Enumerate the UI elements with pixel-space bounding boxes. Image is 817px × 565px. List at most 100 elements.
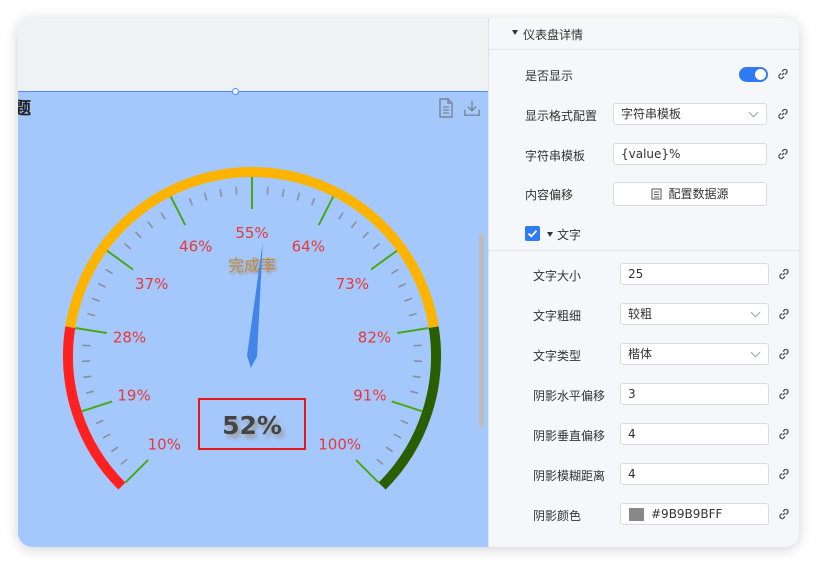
tick-label: 10% — [148, 436, 181, 454]
minor-tick — [147, 221, 154, 229]
template-input[interactable]: {value}% — [613, 143, 767, 165]
font-weight-select[interactable]: 较粗 — [620, 303, 769, 325]
tick-label: 28% — [113, 329, 146, 347]
chevron-down-icon — [750, 347, 761, 358]
minor-tick — [85, 390, 95, 394]
gauge-details-header[interactable]: 仪表盘详情 — [489, 18, 799, 50]
show-label: 是否显示 — [525, 69, 574, 83]
selection-handle[interactable] — [232, 88, 239, 95]
minor-tick — [409, 390, 419, 394]
collapse-triangle-icon[interactable] — [547, 232, 553, 237]
minor-tick — [281, 188, 285, 198]
show-toggle[interactable] — [739, 67, 768, 82]
chevron-down-icon — [750, 307, 761, 318]
link-icon[interactable] — [777, 507, 791, 521]
font-size-label: 文字大小 — [533, 269, 582, 283]
color-swatch[interactable] — [629, 508, 644, 521]
text-section-label: 文字 — [557, 228, 582, 242]
link-icon[interactable] — [776, 107, 790, 121]
minor-tick — [404, 297, 413, 302]
minor-tick — [188, 197, 194, 206]
section-divider — [489, 250, 799, 251]
minor-tick — [296, 192, 301, 201]
tick-label: 91% — [353, 386, 386, 404]
shadow-color-picker[interactable]: #9B9B9BFF — [620, 503, 769, 525]
minor-tick — [400, 419, 409, 425]
minor-tick — [91, 297, 100, 302]
font-family-label: 文字类型 — [533, 349, 582, 363]
font-family-select[interactable]: 楷体 — [620, 343, 769, 365]
link-icon[interactable] — [777, 427, 791, 441]
link-icon[interactable] — [777, 267, 791, 281]
shadow-blur-value: 4 — [628, 467, 636, 481]
link-icon[interactable] — [777, 467, 791, 481]
collapse-triangle-icon — [512, 30, 518, 35]
link-icon[interactable] — [776, 67, 790, 81]
canvas-scrollbar[interactable] — [479, 233, 484, 428]
template-label: 字符串模板 — [525, 149, 586, 163]
font-size-input[interactable]: 25 — [620, 263, 769, 285]
gauge-chart: 10% 19% 28% 37% 46% 55% 64% 73% 82% 91% 100% 完成率 52% — [63, 167, 441, 490]
minor-tick — [110, 446, 119, 453]
major-tick — [75, 327, 107, 334]
minor-tick — [102, 433, 111, 439]
datasource-icon — [651, 188, 662, 200]
tick-label: 100% — [318, 436, 361, 454]
minor-tick — [413, 344, 422, 347]
major-tick — [106, 249, 134, 271]
minor-tick — [135, 231, 142, 239]
minor-tick — [82, 344, 91, 347]
minor-tick — [350, 221, 357, 229]
tick-label: 82% — [358, 329, 391, 347]
canvas-top-area — [18, 18, 488, 91]
tick-label: 73% — [336, 275, 369, 293]
minor-tick — [310, 197, 316, 206]
template-value: {value}% — [621, 147, 681, 161]
gauge-title: 完成率 — [228, 256, 276, 275]
font-family-value: 楷体 — [628, 347, 653, 361]
configure-datasource-button[interactable]: 配置数据源 — [613, 182, 767, 206]
minor-tick — [408, 312, 417, 317]
link-icon[interactable] — [776, 147, 790, 161]
minor-tick — [219, 188, 223, 198]
shadow-y-input[interactable]: 4 — [620, 423, 769, 445]
link-icon[interactable] — [777, 387, 791, 401]
major-tick — [169, 196, 187, 226]
offset-label: 内容偏移 — [525, 188, 574, 202]
tick-label: 55% — [235, 224, 268, 242]
properties-panel: 仪表盘详情 是否显示 显示格式配置 字符串模板 字符串模板 {value}% 内… — [489, 18, 799, 547]
configure-datasource-label: 配置数据源 — [668, 187, 729, 201]
chart-component[interactable]: 题 10% 19% 28% 37% 46% 55% 64% 73% 82% 91% 100% 完成率 5… — [18, 91, 488, 547]
minor-tick — [97, 282, 106, 288]
minor-tick — [338, 212, 344, 220]
checkmark-icon — [527, 230, 538, 238]
link-icon[interactable] — [777, 347, 791, 361]
major-tick — [370, 249, 398, 271]
minor-tick — [412, 375, 421, 379]
tick-label: 46% — [179, 238, 212, 256]
link-icon[interactable] — [777, 307, 791, 321]
shadow-x-value: 3 — [628, 387, 636, 401]
minor-tick — [372, 242, 381, 250]
minor-tick — [123, 242, 132, 250]
shadow-color-value: #9B9B9BFF — [651, 507, 723, 521]
major-tick — [124, 459, 149, 484]
text-section-checkbox[interactable] — [525, 226, 540, 241]
minor-tick — [235, 186, 238, 195]
shadow-x-input[interactable]: 3 — [620, 383, 769, 405]
minor-tick — [203, 192, 208, 201]
minor-tick — [160, 212, 166, 220]
shadow-x-label: 阴影水平偏移 — [533, 389, 606, 403]
major-tick — [317, 196, 335, 226]
major-tick — [397, 327, 429, 334]
shadow-blur-input[interactable]: 4 — [620, 463, 769, 485]
chevron-down-icon — [748, 107, 759, 118]
minor-tick — [362, 231, 369, 239]
tick-label: 64% — [292, 238, 325, 256]
format-value: 字符串模板 — [621, 107, 682, 121]
format-select[interactable]: 字符串模板 — [613, 103, 767, 125]
minor-tick — [398, 282, 407, 288]
major-tick — [81, 400, 113, 413]
font-weight-value: 较粗 — [628, 307, 653, 321]
shadow-y-value: 4 — [628, 427, 636, 441]
